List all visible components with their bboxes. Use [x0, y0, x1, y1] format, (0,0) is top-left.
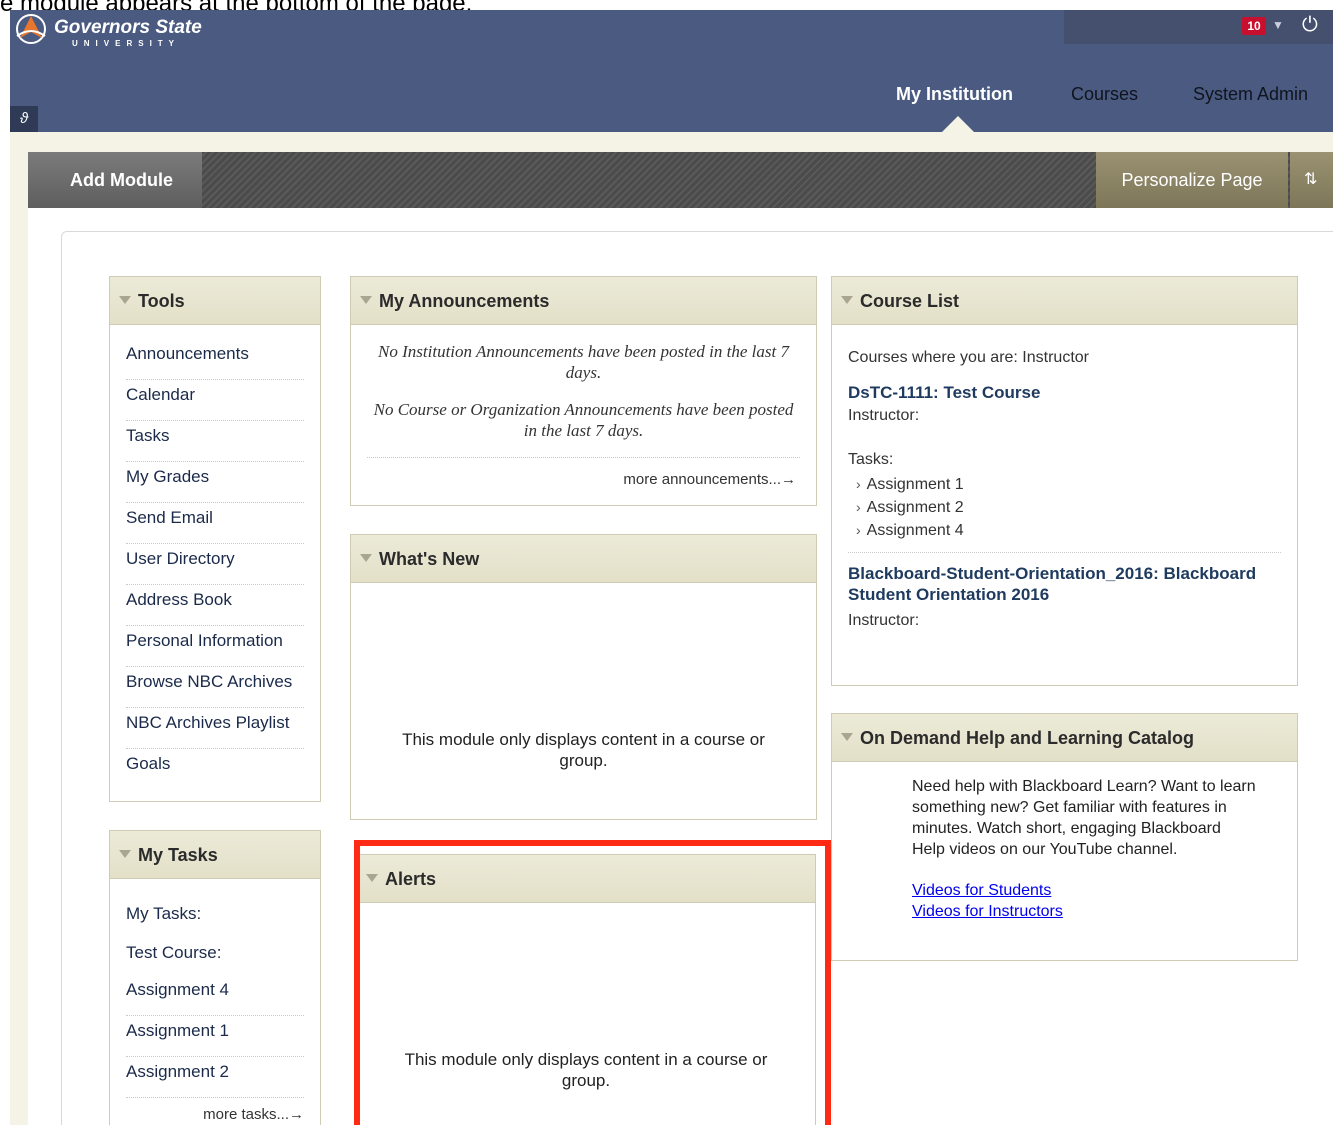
my-tasks-module-header[interactable]: My Tasks	[110, 831, 320, 879]
user-menu-bar	[1064, 10, 1333, 44]
course-task-assignment-2[interactable]: › Assignment 2	[856, 496, 1281, 519]
my-tasks-list: My Tasks: Test Course: Assignment 4 Assi…	[110, 879, 320, 1124]
task-link-assignment-2[interactable]: Assignment 2	[126, 1057, 304, 1098]
collapse-triangle-icon[interactable]	[119, 296, 131, 304]
tools-list: Announcements Calendar Tasks My Grades S…	[110, 325, 320, 790]
my-announcements-module: My Announcements No Institution Announce…	[350, 276, 817, 506]
course-link-test-course[interactable]: DsTC-1111: Test Course	[848, 382, 1281, 403]
tool-link-browse-nbc-archives[interactable]: Browse NBC Archives	[126, 667, 304, 708]
announcements-module-header[interactable]: My Announcements	[351, 277, 816, 325]
collapse-triangle-icon[interactable]	[360, 296, 372, 304]
top-header: Governors State UNIVERSITY 10 ▼ ⏻ My Ins…	[10, 10, 1333, 132]
edit-mode-icon[interactable]: ϑ	[10, 106, 38, 132]
blackboard-window: Governors State UNIVERSITY 10 ▼ ⏻ My Ins…	[10, 10, 1333, 1125]
my-tasks-module: My Tasks My Tasks: Test Course: Assignme…	[109, 830, 321, 1125]
tool-link-send-email[interactable]: Send Email	[126, 503, 304, 544]
tools-module: Tools Announcements Calendar Tasks My Gr…	[109, 276, 321, 802]
chevron-right-icon: ›	[856, 499, 861, 515]
course-task-assignment-1[interactable]: › Assignment 1	[856, 473, 1281, 496]
more-announcements-link[interactable]: more announcements...→	[623, 471, 796, 488]
chevron-right-icon: ›	[856, 522, 861, 538]
tool-link-address-book[interactable]: Address Book	[126, 585, 304, 626]
tools-module-header[interactable]: Tools	[110, 277, 320, 325]
instructor-label-2: Instructor:	[848, 612, 920, 629]
tool-link-user-directory[interactable]: User Directory	[126, 544, 304, 585]
tool-link-my-grades[interactable]: My Grades	[126, 462, 304, 503]
tab-courses[interactable]: Courses	[1071, 84, 1138, 105]
tools-title: Tools	[138, 291, 185, 311]
course-list-title: Course List	[860, 291, 960, 311]
whats-new-module: What's New This module only displays con…	[350, 534, 817, 820]
videos-for-instructors-link[interactable]: Videos for Instructors	[912, 901, 1257, 922]
alerts-highlight-box	[354, 840, 831, 1125]
instructor-label: Instructor:	[848, 407, 920, 424]
course-role-line: Courses where you are: Instructor	[848, 349, 1089, 366]
tool-link-nbc-archives-playlist[interactable]: NBC Archives Playlist	[126, 708, 304, 749]
active-tab-pointer	[942, 116, 974, 132]
chevron-right-icon: ›	[856, 476, 861, 492]
logo-title: Governors State	[54, 17, 202, 38]
course-announcements-message: No Course or Organization Announcements …	[373, 400, 794, 440]
task-link-assignment-4[interactable]: Assignment 4	[126, 975, 304, 1016]
university-logo[interactable]: Governors State UNIVERSITY	[14, 12, 202, 48]
tool-link-calendar[interactable]: Calendar	[126, 380, 304, 421]
whats-new-title: What's New	[379, 549, 480, 569]
on-demand-help-module: On Demand Help and Learning Catalog Need…	[831, 713, 1298, 961]
task-link-assignment-1[interactable]: Assignment 1	[126, 1016, 304, 1057]
my-tasks-title: My Tasks	[138, 845, 218, 865]
notification-badge[interactable]: 10	[1242, 17, 1266, 35]
personalize-page-button[interactable]: Personalize Page	[1096, 152, 1288, 208]
page-toolbar: Add Module Personalize Page ⇅	[28, 152, 1333, 208]
institution-announcements-message: No Institution Announcements have been p…	[378, 342, 789, 382]
power-icon[interactable]: ⏻	[1302, 14, 1318, 37]
chevron-down-icon[interactable]: ▼	[1272, 18, 1284, 32]
tasks-label: Tasks:	[848, 451, 894, 468]
collapse-triangle-icon[interactable]	[360, 554, 372, 562]
whats-new-message: This module only displays content in a c…	[402, 730, 765, 770]
logo-subtitle: UNIVERSITY	[72, 39, 181, 48]
add-module-button[interactable]: Add Module	[28, 152, 202, 208]
collapse-triangle-icon[interactable]	[119, 850, 131, 858]
course-list-module: Course List Courses where you are: Instr…	[831, 276, 1298, 686]
logo-mark-icon	[16, 14, 46, 44]
my-tasks-heading: My Tasks:	[126, 904, 202, 923]
help-description: Need help with Blackboard Learn? Want to…	[912, 778, 1256, 858]
tool-link-tasks[interactable]: Tasks	[126, 421, 304, 462]
tool-link-announcements[interactable]: Announcements	[126, 339, 304, 380]
more-tasks-link[interactable]: more tasks...→	[203, 1106, 304, 1123]
tab-my-institution[interactable]: My Institution	[896, 84, 1013, 105]
reorder-icon[interactable]: ⇅	[1290, 152, 1333, 208]
course-link-orientation[interactable]: Blackboard-Student-Orientation_2016: Bla…	[848, 563, 1281, 605]
help-title: On Demand Help and Learning Catalog	[860, 728, 1195, 748]
my-tasks-course: Test Course:	[126, 943, 222, 962]
help-module-header[interactable]: On Demand Help and Learning Catalog	[832, 714, 1297, 762]
tool-link-personal-information[interactable]: Personal Information	[126, 626, 304, 667]
tab-system-admin[interactable]: System Admin	[1193, 84, 1308, 105]
announcements-title: My Announcements	[379, 291, 550, 311]
course-list-module-header[interactable]: Course List	[832, 277, 1297, 325]
videos-for-students-link[interactable]: Videos for Students	[912, 880, 1257, 901]
whats-new-module-header[interactable]: What's New	[351, 535, 816, 583]
course-task-assignment-4[interactable]: › Assignment 4	[856, 519, 1281, 542]
collapse-triangle-icon[interactable]	[841, 296, 853, 304]
tool-link-goals[interactable]: Goals	[126, 749, 304, 790]
collapse-triangle-icon[interactable]	[841, 733, 853, 741]
